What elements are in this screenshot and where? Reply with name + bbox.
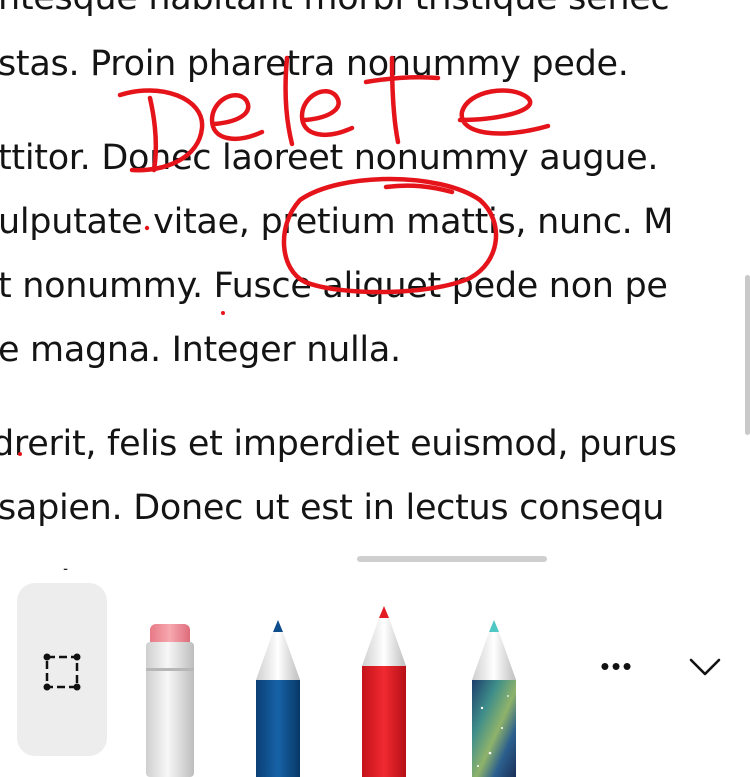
toolbar-drag-handle[interactable] [357, 556, 547, 562]
document-canvas[interactable]: ntesque habitant morbi tristique senec s… [0, 0, 750, 580]
text-line: stas. Proin pharetra nonummy pede. [0, 44, 629, 84]
text-line: sapien. Donec ut est in lectus consequ [0, 488, 665, 528]
text-line: ttitor. Donec laoreet nonummy augue. [0, 138, 659, 178]
pen-red-icon[interactable] [358, 604, 410, 777]
text-line: e magna. Integer nulla. [0, 330, 401, 370]
ellipsis-icon[interactable]: ••• [597, 653, 637, 679]
pen-blue-icon[interactable] [252, 618, 304, 777]
text-line: drerit, felis et imperdiet euismod, puru… [0, 424, 677, 464]
chevron-down-icon[interactable] [688, 656, 722, 678]
pen-galaxy-icon[interactable] [468, 618, 520, 777]
lasso-select-button[interactable] [17, 583, 107, 756]
lasso-select-icon [43, 653, 81, 691]
text-line: ulputate vitae, pretium mattis, nunc. M [0, 202, 674, 242]
text-line: t nonummy. Fusce aliquet pede non pe [0, 266, 668, 306]
vertical-scrollbar[interactable] [745, 275, 750, 435]
eraser-icon[interactable] [142, 620, 198, 777]
text-line: ntesque habitant morbi tristique senec [0, 0, 670, 18]
drawing-toolbar: ••• [0, 570, 750, 777]
